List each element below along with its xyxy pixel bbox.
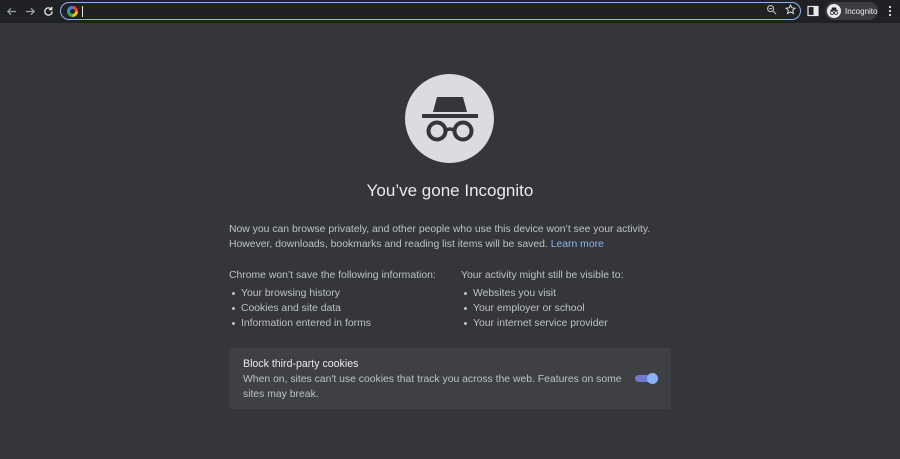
list-item: Your employer or school: [461, 301, 681, 316]
kebab-menu-icon[interactable]: [885, 5, 895, 17]
zoom-icon[interactable]: [766, 4, 777, 15]
address-input[interactable]: [83, 4, 800, 18]
cookie-card-description: When on, sites can't use cookies that tr…: [243, 374, 622, 400]
intro-text: Now you can browse privately, and other …: [229, 222, 679, 252]
forward-button[interactable]: [20, 1, 40, 21]
incognito-hero: [405, 74, 494, 163]
page-title: You’ve gone Incognito: [366, 181, 534, 200]
profile-button[interactable]: Incognito: [825, 2, 878, 20]
learn-more-link[interactable]: Learn more: [551, 239, 604, 250]
star-icon[interactable]: [785, 4, 796, 15]
not-saved-list: Your browsing history Cookies and site d…: [229, 286, 459, 331]
list-item: Cookies and site data: [229, 301, 459, 316]
still-visible-heading: Your activity might still be visible to:: [461, 270, 624, 281]
profile-label: Incognito: [845, 6, 878, 16]
reload-icon: [43, 6, 53, 16]
still-visible-list: Websites you visit Your employer or scho…: [461, 286, 681, 331]
list-item: Websites you visit: [461, 286, 681, 301]
cookie-controls-card: Block third-party cookies When on, sites…: [229, 348, 671, 409]
intro-line-2-text: However, downloads, bookmarks and readin…: [229, 239, 548, 250]
not-saved-column: Chrome won’t save the following informat…: [229, 269, 459, 331]
cookie-card-title: Block third-party cookies: [243, 358, 359, 370]
intro-line-2: However, downloads, bookmarks and readin…: [229, 237, 679, 252]
still-visible-column: Your activity might still be visible to:…: [461, 269, 681, 331]
incognito-icon: [827, 4, 841, 18]
toggle-knob: [647, 373, 658, 384]
browser-toolbar: Incognito: [0, 0, 900, 23]
intro-line-1: Now you can browse privately, and other …: [229, 224, 651, 235]
forward-arrow-icon: [25, 7, 35, 15]
not-saved-heading: Chrome won’t save the following informat…: [229, 270, 436, 281]
back-arrow-icon: [6, 7, 16, 15]
address-bar[interactable]: [60, 2, 801, 20]
list-item: Your browsing history: [229, 286, 459, 301]
list-item: Your internet service provider: [461, 316, 681, 331]
side-panel-icon[interactable]: [807, 5, 819, 17]
google-icon: [67, 5, 78, 17]
incognito-icon: [421, 96, 478, 141]
reload-button[interactable]: [38, 1, 58, 21]
list-item: Information entered in forms: [229, 316, 459, 331]
block-cookies-toggle[interactable]: [635, 373, 658, 384]
back-button[interactable]: [1, 1, 21, 21]
